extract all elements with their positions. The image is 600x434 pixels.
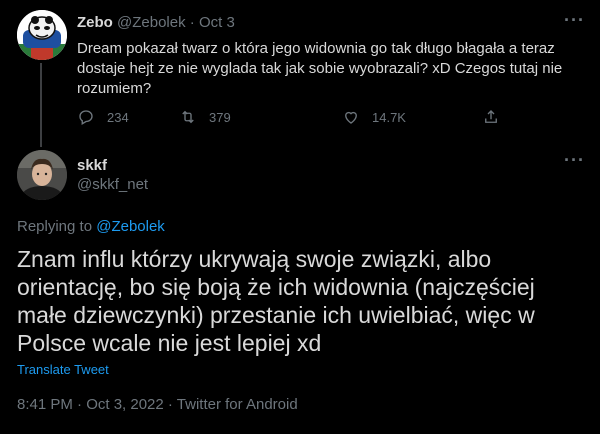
retweet-count: 379	[209, 109, 231, 125]
replying-mention-link[interactable]: @Zebolek	[96, 218, 165, 235]
reply-count: 234	[107, 109, 129, 125]
share-icon	[485, 110, 497, 123]
like-count: 14.7K	[372, 109, 406, 125]
parent-tweet-header: Zebo @Zebolek · Oct 3	[77, 14, 235, 31]
more-icon[interactable]: ···	[564, 11, 584, 36]
avatar-skkf[interactable]	[17, 150, 67, 200]
parent-tweet-actions: 234 379 14.7K	[77, 108, 517, 130]
like-icon	[345, 111, 357, 124]
translate-tweet-link[interactable]: Translate Tweet	[17, 362, 109, 377]
parent-tweet-text: Dream pokazał twarz o która jego widowni…	[77, 40, 563, 97]
retweet-icon	[182, 110, 194, 124]
main-author-handle[interactable]: @skkf_net	[77, 176, 148, 193]
thread-connector-line	[40, 63, 42, 147]
retweet-button[interactable]: 379	[179, 108, 231, 126]
parent-tweet-date[interactable]: Oct 3	[199, 14, 235, 31]
reply-icon	[79, 110, 93, 125]
parent-author-handle[interactable]: @Zebolek	[117, 14, 186, 31]
parent-author-name[interactable]: Zebo	[77, 14, 113, 31]
more-icon[interactable]: ···	[564, 151, 584, 176]
tweet-timestamp-meta[interactable]: 8:41 PM · Oct 3, 2022 · Twitter for Andr…	[17, 396, 298, 413]
like-button[interactable]: 14.7K	[342, 108, 406, 126]
reply-button[interactable]: 234	[77, 108, 129, 126]
main-author-name[interactable]: skkf	[77, 157, 107, 174]
share-button[interactable]	[482, 108, 512, 126]
avatar-zebo[interactable]	[17, 10, 67, 60]
replying-to: Replying to @Zebolek	[17, 218, 165, 235]
replying-prefix: Replying to	[17, 218, 97, 235]
main-tweet-text: Znam influ którzy ukrywają swoje związki…	[17, 246, 535, 356]
header-separator: ·	[189, 14, 195, 31]
